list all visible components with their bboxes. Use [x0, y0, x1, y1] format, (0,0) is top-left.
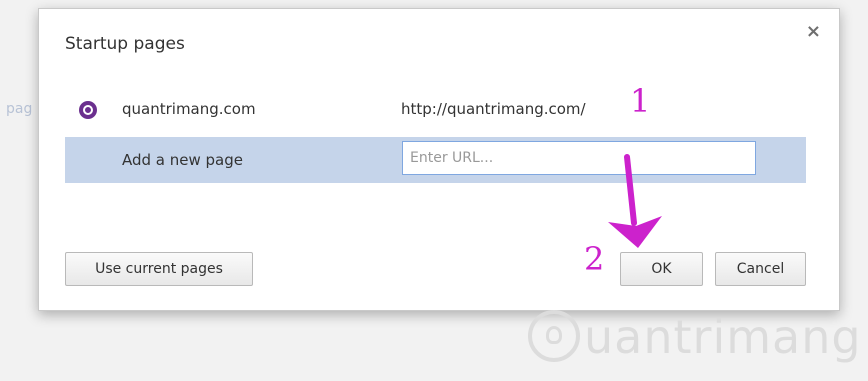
watermark: uantrimang — [524, 308, 868, 372]
add-new-page-label: Add a new page — [122, 151, 244, 169]
close-icon[interactable]: × — [806, 21, 821, 42]
startup-page-name: quantrimang.com — [122, 100, 256, 118]
annotation-step-2: 2 — [584, 240, 605, 278]
startup-pages-dialog: Startup pages × quantrimang.com http://q… — [38, 8, 840, 311]
background-text-fragment: pag — [6, 101, 33, 117]
ok-button[interactable]: OK — [620, 252, 703, 286]
use-current-pages-button[interactable]: Use current pages — [65, 252, 253, 286]
watermark-text: uantrimang — [584, 310, 862, 364]
annotation-step-1: 1 — [630, 82, 651, 120]
startup-page-row[interactable]: quantrimang.com http://quantrimang.com/ — [65, 87, 806, 133]
lightbulb-icon — [528, 310, 580, 362]
add-new-page-row[interactable]: Add a new page — [65, 137, 806, 183]
dialog-title: Startup pages — [65, 34, 185, 54]
site-favicon-icon — [79, 101, 97, 119]
cancel-button[interactable]: Cancel — [715, 252, 806, 286]
startup-page-url: http://quantrimang.com/ — [401, 100, 586, 118]
url-input[interactable] — [402, 141, 756, 175]
